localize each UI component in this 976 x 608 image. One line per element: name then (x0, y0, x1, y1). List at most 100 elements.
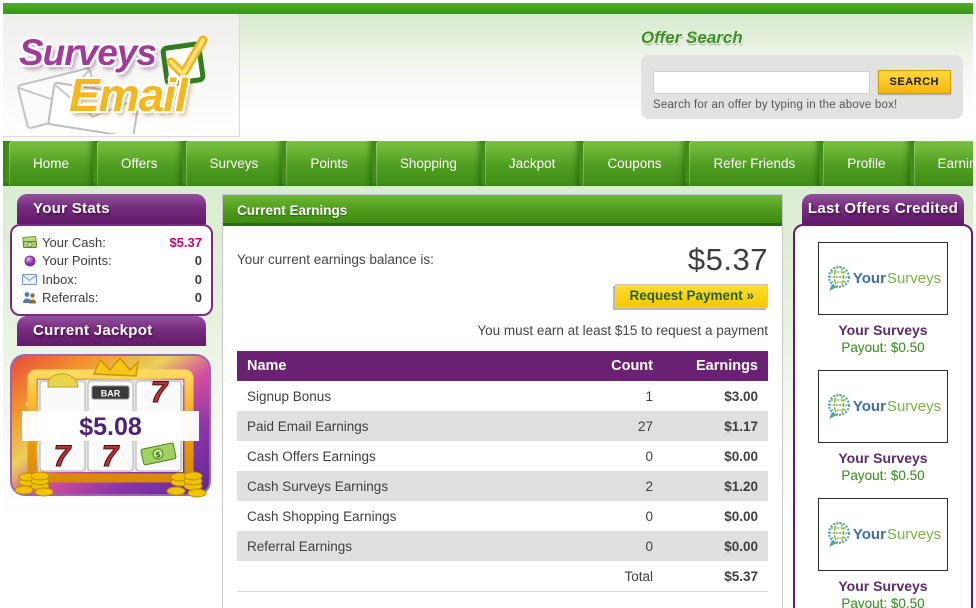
earnings-table: Name Count Earnings Signup Bonus 1 $3.00 (237, 351, 768, 592)
last-offers-header: Last Offers Credited (802, 194, 964, 224)
logo-text-your: Your (853, 526, 886, 543)
balance-label: Your current earnings balance is: (237, 242, 434, 267)
logo-text-your: Your (853, 398, 886, 415)
logo-word-email: Email (69, 68, 187, 122)
offer-search-caption: Search for an offer by typing in the abo… (653, 99, 951, 111)
jackpot-amount: $5.08 (10, 413, 211, 442)
row-earnings: $1.17 (663, 411, 768, 441)
table-row: Referral Earnings 0 $0.00 (237, 531, 768, 561)
row-name: Cash Surveys Earnings (237, 471, 548, 501)
stat-label: Your Cash: (42, 235, 169, 250)
stat-value-cash: $5.37 (169, 235, 202, 250)
page: Surveys Email Offer Search SEARCH Search… (0, 0, 976, 608)
col-header-count: Count (548, 351, 663, 381)
nav-item-points[interactable]: Points (286, 141, 372, 186)
offer-payout: Payout: $0.50 (795, 596, 971, 608)
your-stats-box: Your Cash: $5.37 Your Points: 0 (10, 224, 213, 316)
current-jackpot-header: Current Jackpot (17, 316, 206, 346)
row-name: Cash Offers Earnings (237, 441, 548, 471)
row-count: 27 (548, 411, 663, 441)
credited-offer: YourSurveys Your Surveys Payout: $0.50 (795, 242, 971, 355)
cash-icon (21, 236, 38, 249)
row-name: Referral Earnings (237, 531, 548, 561)
col-header-earnings: Earnings (663, 351, 768, 381)
row-count: 0 (548, 531, 663, 561)
table-row: Cash Shopping Earnings 0 $0.00 (237, 501, 768, 531)
svg-text:7: 7 (54, 440, 72, 473)
site-logo[interactable]: Surveys Email (3, 14, 240, 137)
offer-search-button[interactable]: SEARCH (878, 70, 951, 94)
balance-amount: $5.37 (688, 242, 768, 278)
main-panel: Current Earnings Your current earnings b… (222, 194, 783, 608)
offer-name: Your Surveys (795, 578, 971, 594)
nav-item-jackpot[interactable]: Jackpot (485, 141, 580, 186)
yoursurveys-globe-icon (825, 393, 852, 420)
yoursurveys-globe-icon (825, 265, 852, 292)
row-name: Cash Shopping Earnings (237, 501, 548, 531)
yoursurveys-logo[interactable]: YourSurveys (818, 242, 948, 315)
stat-label: Your Points: (42, 253, 195, 268)
nav-item-home[interactable]: Home (9, 141, 93, 186)
yoursurveys-logo[interactable]: YourSurveys (818, 370, 948, 443)
current-earnings-header: Current Earnings (223, 195, 782, 226)
your-stats-header: Your Stats (17, 194, 206, 224)
row-count: 0 (548, 501, 663, 531)
row-earnings: $1.20 (663, 471, 768, 501)
request-payment-button[interactable]: Request Payment » (615, 284, 768, 308)
nav-item-coupons[interactable]: Coupons (583, 141, 685, 186)
row-count: 1 (548, 381, 663, 411)
credited-offer: YourSurveys Your Surveys Payout: $0.50 (795, 370, 971, 483)
row-earnings: $0.00 (663, 441, 768, 471)
top-green-bar (3, 3, 973, 14)
referrals-people-icon (21, 291, 38, 304)
nav-item-surveys[interactable]: Surveys (186, 141, 283, 186)
row-count: 0 (548, 441, 663, 471)
left-sidebar: Your Stats Your Cash: $5.37 (10, 194, 213, 504)
nav-item-refer-friends[interactable]: Refer Friends (689, 141, 819, 186)
row-count: 2 (548, 471, 663, 501)
nav-item-offers[interactable]: Offers (97, 141, 182, 186)
total-label: Total (548, 561, 663, 592)
nav-item-earnings[interactable]: Earnings (914, 141, 973, 186)
offer-payout: Payout: $0.50 (795, 468, 971, 483)
nav-item-shopping[interactable]: Shopping (376, 141, 481, 186)
svg-text:7: 7 (102, 440, 120, 473)
slot-bar-label: BAR (101, 389, 121, 399)
right-sidebar: Last Offers Credited YourSurveys Your Su… (793, 194, 973, 608)
stat-value-inbox: 0 (195, 272, 202, 287)
stat-row-cash: Your Cash: $5.37 (21, 233, 202, 252)
col-header-name: Name (237, 351, 548, 381)
yoursurveys-logo[interactable]: YourSurveys (818, 498, 948, 571)
stat-label: Inbox: (42, 272, 195, 287)
main-nav: Home Offers Surveys Points Shopping Jack… (3, 137, 973, 186)
last-offers-box: YourSurveys Your Surveys Payout: $0.50 Y… (793, 224, 973, 608)
stat-label: Referrals: (42, 290, 195, 305)
logo-text-your: Your (853, 270, 886, 287)
header: Surveys Email Offer Search SEARCH Search… (3, 14, 973, 137)
offer-search-input[interactable] (653, 71, 870, 94)
nav-item-profile[interactable]: Profile (823, 141, 909, 186)
stat-row-points: Your Points: 0 (21, 252, 202, 271)
total-earnings: $5.37 (663, 561, 768, 592)
logo-text-surveys: Surveys (887, 526, 941, 543)
table-row: Cash Surveys Earnings 2 $1.20 (237, 471, 768, 501)
row-name: Paid Email Earnings (237, 411, 548, 441)
yoursurveys-globe-icon (825, 521, 852, 548)
table-total-row: Total $5.37 (237, 561, 768, 592)
points-icon (21, 255, 38, 267)
offer-search-panel: Offer Search SEARCH Search for an offer … (641, 28, 963, 119)
stat-value-referrals: 0 (195, 290, 202, 305)
logo-text-surveys: Surveys (887, 270, 941, 287)
table-row: Paid Email Earnings 27 $1.17 (237, 411, 768, 441)
offer-name: Your Surveys (795, 450, 971, 466)
offer-name: Your Surveys (795, 322, 971, 338)
offer-search-title: Offer Search (641, 28, 963, 48)
offer-search-box: SEARCH Search for an offer by typing in … (641, 54, 963, 119)
stat-row-inbox: Inbox: 0 (21, 270, 202, 289)
jackpot-slot-machine: BAR 7 7 7 $ (10, 354, 211, 504)
svg-text:7: 7 (151, 376, 169, 409)
logo-text-surveys: Surveys (887, 398, 941, 415)
credited-offer: YourSurveys Your Surveys Payout: $0.50 (795, 498, 971, 608)
row-earnings: $0.00 (663, 501, 768, 531)
stat-row-referrals: Referrals: 0 (21, 289, 202, 308)
